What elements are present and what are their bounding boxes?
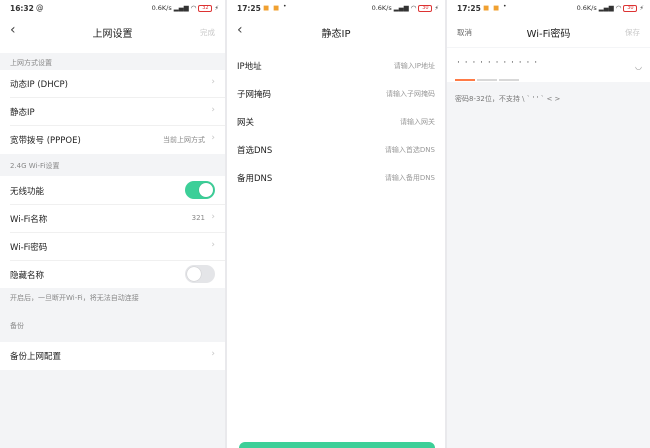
nav-bar: 取消 Wi-Fi密码 保存: [447, 17, 650, 47]
static-ip-screen: 17:25 ◼ ◼ • 0.6K/s ▂▄▆ ◠ 30 ⚡ ‹ 静态IP IP地…: [227, 0, 445, 448]
row-label: 宽带拨号 (PPPOE): [10, 136, 81, 146]
field-label: 备用DNS: [237, 174, 273, 184]
ip-address-input[interactable]: 请输入IP地址: [394, 61, 435, 71]
bottom-background: [0, 370, 225, 448]
section-header-wifi: 2.4G Wi-Fi设置: [0, 154, 225, 176]
charging-icon: ⚡: [214, 4, 219, 12]
app-notification-icon: ◼: [263, 3, 270, 12]
password-mask: · · · · · · · · · · ·: [457, 58, 539, 68]
field-ip-address[interactable]: IP地址 请输入IP地址: [227, 52, 445, 79]
row-label: Wi-Fi密码: [10, 243, 48, 253]
signal-icon: ▂▄▆: [598, 4, 614, 12]
toggle-knob: [199, 183, 213, 197]
nav-bar: ‹ 静态IP: [227, 17, 445, 47]
strength-segment: [499, 79, 519, 81]
field-label: 首选DNS: [237, 146, 273, 156]
password-input[interactable]: · · · · · · · · · · · ◡: [447, 48, 650, 82]
network-speed: 0.6K/s: [151, 4, 172, 12]
section-footer: 开启后，一旦断开Wi-Fi，将无法自动连接 备份: [0, 288, 225, 344]
strength-segment: [455, 79, 475, 81]
at-sign-icon: @: [36, 3, 44, 12]
section-header-backup: 备份: [10, 322, 24, 330]
confirm-button[interactable]: [239, 442, 435, 448]
chevron-right-icon: ›: [211, 240, 215, 250]
chevron-right-icon: ›: [211, 349, 215, 359]
row-wifi-name[interactable]: Wi-Fi名称 321 ›: [0, 205, 225, 232]
hide-name-note: 开启后，一旦断开Wi-Fi，将无法自动连接: [10, 294, 139, 302]
field-label: 网关: [237, 118, 255, 128]
status-time: 17:25: [237, 4, 261, 13]
password-strength-meter: [455, 79, 519, 81]
save-button[interactable]: 保存: [625, 27, 640, 38]
wifi-password-screen: 17:25 ◼ ◼ • 0.6K/s ▂▄▆ ◠ 30 ⚡ 取消 Wi-Fi密码…: [447, 0, 650, 448]
wifi-icon: ◠: [615, 4, 622, 12]
current-mode-label: 当前上网方式: [163, 136, 205, 144]
row-hide-name: 隐藏名称: [0, 261, 225, 288]
gateway-input[interactable]: 请输入网关: [400, 117, 435, 127]
done-button[interactable]: 完成: [200, 27, 215, 38]
signal-icon: ▂▄▆: [393, 4, 409, 12]
network-speed: 0.6K/s: [576, 4, 597, 12]
wireless-toggle[interactable]: [185, 181, 215, 199]
chevron-right-icon: ›: [211, 77, 215, 87]
row-static-ip[interactable]: 静态IP ›: [0, 98, 225, 125]
field-subnet-mask[interactable]: 子网掩码 请输入子网掩码: [227, 80, 445, 107]
chevron-right-icon: ›: [211, 105, 215, 115]
wifi-icon: ◠: [190, 4, 197, 12]
row-label: 备份上网配置: [10, 352, 62, 362]
hide-name-toggle[interactable]: [185, 265, 215, 283]
battery-icon: 32: [198, 4, 213, 12]
field-label: 子网掩码: [237, 90, 272, 100]
field-backup-dns[interactable]: 备用DNS 请输入备用DNS: [227, 164, 445, 191]
row-label: Wi-Fi名称: [10, 215, 48, 225]
battery-icon: 30: [418, 4, 433, 12]
row-label: 隐藏名称: [10, 271, 45, 281]
eye-closed-icon[interactable]: ◡: [635, 62, 642, 71]
row-pppoe[interactable]: 宽带拨号 (PPPOE) 当前上网方式 ›: [0, 126, 225, 153]
password-hint: 密码8-32位，不支持 \ ` ' ' ` < >: [455, 95, 561, 103]
row-wifi-password[interactable]: Wi-Fi密码 ›: [0, 233, 225, 260]
field-label: IP地址: [237, 62, 262, 72]
more-notification-icon: •: [283, 3, 287, 10]
app-notification-icon: ◼: [493, 3, 500, 12]
charging-icon: ⚡: [434, 4, 439, 12]
chevron-right-icon: ›: [211, 212, 215, 222]
status-time: 17:25: [457, 4, 481, 13]
row-label: 静态IP: [10, 108, 35, 118]
battery-icon: 30: [623, 4, 638, 12]
wifi-name-value: 321: [191, 214, 205, 222]
status-bar: 17:25 ◼ ◼ • 0.6K/s ▂▄▆ ◠ 30 ⚡: [227, 0, 445, 17]
row-backup-config[interactable]: 备份上网配置 ›: [0, 342, 225, 369]
status-bar: 17:25 ◼ ◼ • 0.6K/s ▂▄▆ ◠ 30 ⚡: [447, 0, 650, 17]
network-speed: 0.6K/s: [371, 4, 392, 12]
primary-dns-input[interactable]: 请输入首选DNS: [385, 145, 435, 155]
field-gateway[interactable]: 网关 请输入网关: [227, 108, 445, 135]
signal-icon: ▂▄▆: [173, 4, 189, 12]
row-label: 无线功能: [10, 187, 45, 197]
toggle-knob: [187, 267, 201, 281]
strength-segment: [477, 79, 497, 81]
more-notification-icon: •: [503, 3, 507, 10]
field-primary-dns[interactable]: 首选DNS 请输入首选DNS: [227, 136, 445, 163]
charging-icon: ⚡: [639, 4, 644, 12]
app-notification-icon: ◼: [273, 3, 280, 12]
page-title: 静态IP: [321, 29, 351, 40]
nav-bar: ‹ 上网设置 完成: [0, 17, 225, 47]
row-label: 动态IP (DHCP): [10, 80, 68, 90]
subnet-mask-input[interactable]: 请输入子网掩码: [386, 89, 435, 99]
row-wireless: 无线功能: [0, 177, 225, 204]
network-settings-screen: 16:32 @ 0.6K/s ▂▄▆ ◠ 32 ⚡ ‹ 上网设置 完成 上网方式…: [0, 0, 225, 448]
row-dhcp[interactable]: 动态IP (DHCP) ›: [0, 70, 225, 97]
page-title: Wi-Fi密码: [526, 29, 571, 40]
status-bar: 16:32 @ 0.6K/s ▂▄▆ ◠ 32 ⚡: [0, 0, 225, 17]
chevron-right-icon: ›: [211, 133, 215, 143]
backup-dns-input[interactable]: 请输入备用DNS: [385, 173, 435, 183]
wifi-icon: ◠: [410, 4, 417, 12]
status-time: 16:32: [10, 4, 34, 13]
app-notification-icon: ◼: [483, 3, 490, 12]
page-title: 上网设置: [92, 29, 133, 40]
